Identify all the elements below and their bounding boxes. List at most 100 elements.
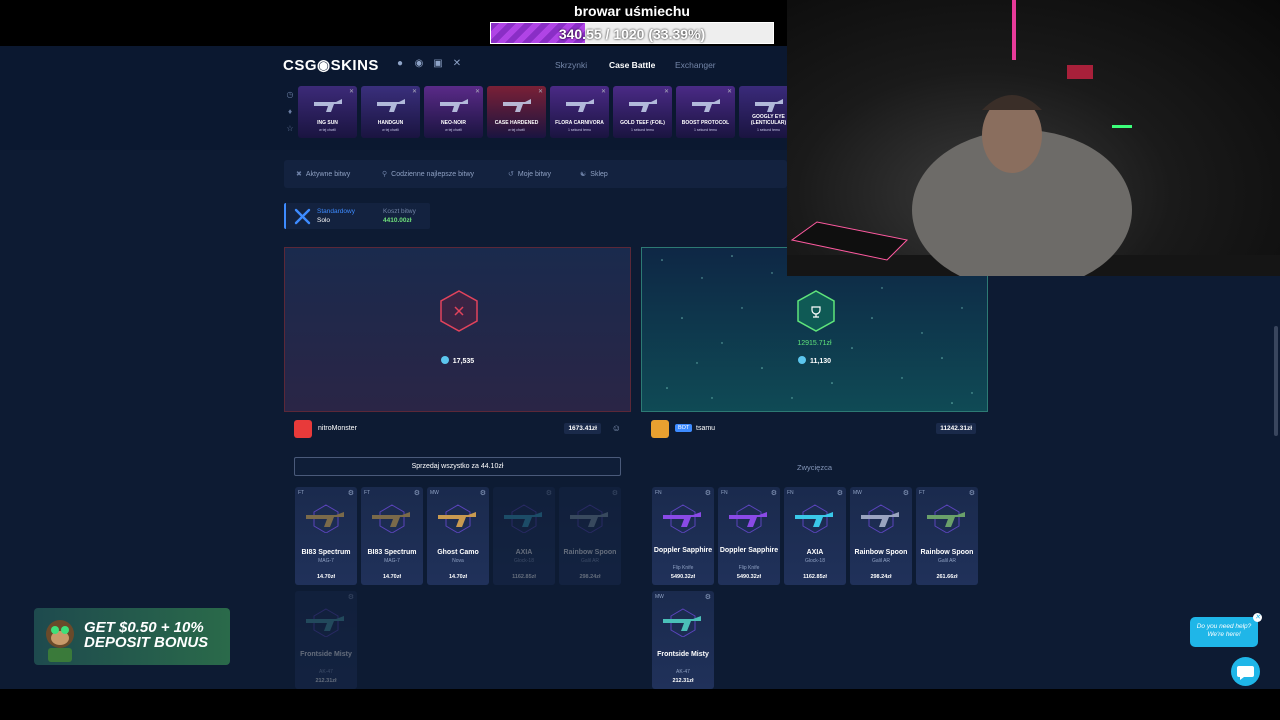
sell-all-button[interactable]: Sprzedaj wszystko za 44.10zł bbox=[294, 457, 621, 476]
ticker-drop-card[interactable]: ✕ HANDGUN w tej chwili bbox=[361, 86, 420, 138]
player-total: 11242.31zł bbox=[936, 423, 976, 434]
close-icon[interactable]: ✕ bbox=[727, 88, 732, 95]
discord-icon[interactable]: ● bbox=[394, 58, 406, 70]
coin-amount: 17,535 bbox=[285, 356, 630, 365]
avatar[interactable] bbox=[294, 420, 312, 438]
close-icon[interactable]: ✕ bbox=[664, 88, 669, 95]
mode-value: Solo bbox=[317, 217, 331, 224]
item-price: 298.24zł bbox=[579, 574, 601, 580]
ticker-drop-card[interactable]: ✕ FLORA CARNIVORA 1 sekund temu bbox=[550, 86, 609, 138]
item-card[interactable]: MW ⚙ Rainbow Spoon Galil AR 298.24zł bbox=[850, 487, 912, 585]
item-condition: FT bbox=[364, 490, 371, 496]
skin-image bbox=[755, 99, 783, 112]
gear-icon[interactable]: ⚙ bbox=[705, 593, 711, 601]
tab-active-battles[interactable]: ✖ Aktywne bitwy bbox=[296, 170, 350, 178]
ticker-drop-card[interactable]: ✕ NEO-NOIR w tej chwili bbox=[424, 86, 483, 138]
item-name: AXIA bbox=[806, 549, 824, 556]
skin-image bbox=[795, 504, 833, 533]
item-card[interactable]: MW ⚙ Frontside Misty AK-47 212.31zł bbox=[652, 591, 714, 689]
ticker-drop-card[interactable]: ✕ ING SUN w tej chwili bbox=[298, 86, 357, 138]
player-row-right: BOT tsamu 11242.31zł bbox=[641, 420, 988, 438]
page-scrollbar[interactable] bbox=[1274, 326, 1278, 436]
ticker-item-name: HANDGUN bbox=[377, 120, 404, 126]
item-card[interactable]: ⚙ Frontside Misty AK-47 212.31zł bbox=[295, 591, 357, 689]
chat-launcher-button[interactable] bbox=[1231, 657, 1260, 686]
item-card[interactable]: FT ⚙ Rainbow Spoon Galil AR 261.66zł bbox=[916, 487, 978, 585]
item-card[interactable]: ⚙ AXIA Glock-18 1162.85zł bbox=[493, 487, 555, 585]
player-name[interactable]: nitroMonster bbox=[318, 425, 357, 432]
item-weapon: Flip Knife bbox=[672, 565, 694, 571]
item-card[interactable]: MW ⚙ Ghost Camo Nova 14.70zł bbox=[427, 487, 489, 585]
item-weapon: Galil AR bbox=[871, 558, 891, 564]
ticker-drop-card[interactable]: ✕ GOLD TEEF (FOIL) 1 sekund temu bbox=[613, 86, 672, 138]
nav-exchanger[interactable]: Exchanger bbox=[675, 60, 716, 70]
smiley-icon[interactable]: ☺ bbox=[612, 423, 621, 433]
instagram-icon[interactable]: ▣ bbox=[432, 58, 444, 70]
close-icon[interactable]: ✕ bbox=[538, 88, 543, 95]
close-icon[interactable]: ✕ bbox=[349, 88, 354, 95]
skin-image bbox=[663, 608, 701, 637]
ticker-item-time: 1 sekund temu bbox=[694, 128, 717, 132]
item-name: Frontside Misty bbox=[657, 651, 709, 658]
help-chat-bubble[interactable]: Do you need help? We're here! ✕ bbox=[1190, 613, 1262, 647]
item-weapon: Galil AR bbox=[580, 558, 600, 564]
trophy-icon: ⚲ bbox=[382, 171, 388, 178]
player-name[interactable]: tsamu bbox=[696, 425, 715, 432]
nav-case-battle[interactable]: Case Battle bbox=[609, 60, 655, 70]
item-condition: FN bbox=[787, 490, 794, 496]
clock-icon[interactable]: ◷ bbox=[284, 90, 296, 107]
item-card[interactable]: ⚙ Rainbow Spoon Galil AR 298.24zł bbox=[559, 487, 621, 585]
ticker-drop-card[interactable]: ✕ CASE HARDENED w tej chwili bbox=[487, 86, 546, 138]
x-icon[interactable]: ✕ bbox=[451, 58, 463, 70]
gear-icon[interactable]: ⚙ bbox=[414, 489, 420, 497]
gear-icon[interactable]: ⚙ bbox=[771, 489, 777, 497]
facebook-icon[interactable]: ◉ bbox=[413, 58, 425, 70]
player-total: 1673.41zł bbox=[564, 423, 601, 434]
close-icon[interactable]: ✕ bbox=[412, 88, 417, 95]
ticker-item-time: 1 sekund temu bbox=[568, 128, 591, 132]
item-price: 1162.85zł bbox=[803, 574, 827, 580]
cost-value: 4410.00zł bbox=[383, 217, 412, 224]
close-icon[interactable]: ✕ bbox=[475, 88, 480, 95]
tab-my-battles[interactable]: ↺ Moje bitwy bbox=[508, 170, 551, 178]
skin-image bbox=[372, 504, 410, 533]
star-icon[interactable]: ☆ bbox=[284, 124, 296, 141]
gear-icon[interactable]: ⚙ bbox=[837, 489, 843, 497]
ticker-filter: ◷ ♦ ☆ bbox=[284, 90, 296, 141]
item-card[interactable]: FN ⚙ Doppler Sapphire Flip Knife 5490.32zł bbox=[652, 487, 714, 585]
ticker-item-name: ING SUN bbox=[317, 120, 338, 126]
item-name: Rainbow Spoon bbox=[854, 549, 908, 556]
item-condition: FT bbox=[298, 490, 305, 496]
gear-icon[interactable]: ⚙ bbox=[546, 489, 552, 497]
item-condition: FT bbox=[919, 490, 926, 496]
site-logo[interactable]: CSG◉SKINS bbox=[283, 56, 379, 74]
avatar[interactable] bbox=[651, 420, 669, 438]
gear-icon[interactable]: ⚙ bbox=[705, 489, 711, 497]
close-icon[interactable]: ✕ bbox=[601, 88, 606, 95]
gear-icon[interactable]: ⚙ bbox=[612, 489, 618, 497]
item-card[interactable]: FT ⚙ BI83 Spectrum MAG-7 14.70zł bbox=[295, 487, 357, 585]
item-price: 5490.32zł bbox=[736, 574, 762, 580]
gear-icon[interactable]: ⚙ bbox=[348, 593, 354, 601]
close-icon[interactable]: ✕ bbox=[1253, 613, 1262, 622]
deposit-bonus-banner[interactable]: GET $0.50 + 10% DEPOSIT BONUS bbox=[34, 608, 230, 665]
thumb-icon[interactable]: ♦ bbox=[284, 107, 296, 124]
tab-daily-best[interactable]: ⚲ Codzienne najlepsze bitwy bbox=[382, 170, 474, 178]
gear-icon[interactable]: ⚙ bbox=[480, 489, 486, 497]
coin-icon bbox=[797, 356, 806, 364]
gear-icon[interactable]: ⚙ bbox=[348, 489, 354, 497]
crossed-swords-icon bbox=[294, 208, 311, 225]
item-card[interactable]: FN ⚙ AXIA Glock-18 1162.85zł bbox=[784, 487, 846, 585]
ticker-item-time: w tej chwili bbox=[508, 128, 525, 132]
tab-shop[interactable]: ☯ Sklep bbox=[580, 170, 608, 178]
coin-icon bbox=[440, 356, 449, 364]
nav-skrzynki[interactable]: Skrzynki bbox=[555, 60, 587, 70]
promo-text: GET $0.50 + 10% DEPOSIT BONUS bbox=[84, 619, 209, 651]
skin-image bbox=[861, 504, 899, 533]
ticker-drop-card[interactable]: ✕ BOOST PROTOCOL 1 sekund temu bbox=[676, 86, 735, 138]
gear-icon[interactable]: ⚙ bbox=[903, 489, 909, 497]
item-price: 14.70zł bbox=[448, 574, 468, 580]
gear-icon[interactable]: ⚙ bbox=[969, 489, 975, 497]
item-card[interactable]: FN ⚙ Doppler Sapphire Flip Knife 5490.32zł bbox=[718, 487, 780, 585]
item-card[interactable]: FT ⚙ BI83 Spectrum MAG-7 14.70zł bbox=[361, 487, 423, 585]
